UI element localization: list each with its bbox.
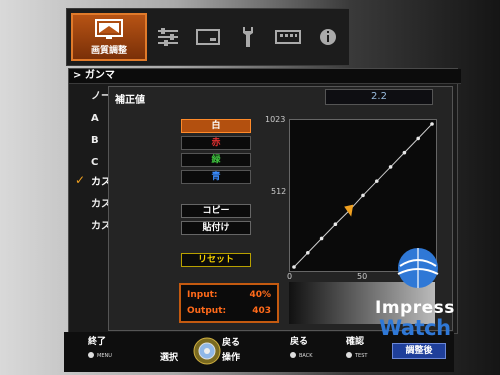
info-icon bbox=[320, 29, 336, 45]
gamma-point[interactable] bbox=[402, 150, 407, 155]
gamma-point[interactable] bbox=[306, 250, 310, 255]
paste-button[interactable]: 貼付け bbox=[181, 221, 251, 235]
input-value: 40% bbox=[249, 290, 271, 300]
preset-item-c[interactable]: C bbox=[91, 155, 98, 171]
gamma-point[interactable] bbox=[319, 236, 324, 241]
panel-title: > ガンマ bbox=[69, 69, 461, 84]
menu-button-icon bbox=[88, 352, 94, 358]
gamma-point[interactable] bbox=[430, 122, 434, 126]
graph-x-tick-min: 0 bbox=[287, 272, 293, 281]
top-menu-bar: 画質調整 bbox=[66, 8, 350, 66]
tab-sliders[interactable] bbox=[153, 13, 183, 61]
select-label: 選択 bbox=[160, 353, 179, 363]
dpad-icon bbox=[193, 337, 221, 365]
sliders-icon bbox=[158, 28, 178, 46]
tab-picture-adjust-label: 画質調整 bbox=[90, 46, 127, 56]
preset-item-a[interactable]: A bbox=[91, 111, 99, 127]
color-button-blue[interactable]: 青 bbox=[181, 170, 251, 184]
color-button-red[interactable]: 赤 bbox=[181, 136, 251, 150]
output-row: Output: 403 bbox=[187, 304, 273, 318]
wrench-icon bbox=[243, 27, 253, 47]
input-output-readout: Input: 40% Output: 403 bbox=[179, 283, 279, 323]
watermark-watch: Watch bbox=[379, 316, 451, 340]
gamma-point[interactable] bbox=[361, 193, 365, 198]
color-button-white[interactable]: 白 bbox=[181, 119, 251, 133]
graph-y-tick-max: 1023 bbox=[265, 115, 286, 124]
screen-icon bbox=[196, 29, 220, 45]
input-row: Input: 40% bbox=[187, 288, 273, 302]
back-button-icon bbox=[290, 352, 296, 358]
correction-label: 補正値 bbox=[115, 95, 145, 106]
confirm-label: 確認 bbox=[346, 337, 365, 347]
tab-screen[interactable] bbox=[193, 13, 223, 61]
graph-y-tick-mid: 512 bbox=[271, 187, 287, 196]
tab-input[interactable] bbox=[273, 13, 303, 61]
graph-x-tick-mid: 50 bbox=[357, 272, 368, 281]
preset-item-b[interactable]: B bbox=[91, 133, 99, 149]
color-button-green[interactable]: 緑 bbox=[181, 153, 251, 167]
picture-adjust-icon bbox=[95, 19, 123, 39]
output-label: Output: bbox=[187, 306, 227, 316]
check-icon: ✓ bbox=[75, 173, 86, 187]
gamma-point[interactable] bbox=[388, 165, 393, 169]
output-value: 403 bbox=[252, 306, 271, 316]
gamma-value-box: 2.2 bbox=[325, 89, 433, 105]
tab-info[interactable] bbox=[315, 13, 341, 61]
tab-picture-adjust[interactable]: 画質調整 bbox=[71, 13, 147, 61]
menu-small-label: MENU bbox=[97, 353, 112, 359]
gamma-point[interactable] bbox=[416, 136, 420, 141]
gamma-point[interactable] bbox=[375, 179, 379, 183]
reset-button[interactable]: リセット bbox=[181, 253, 251, 267]
gamma-point[interactable] bbox=[333, 222, 338, 227]
tab-setup[interactable] bbox=[237, 13, 259, 61]
back-label: 戻る bbox=[222, 338, 241, 348]
test-button-icon bbox=[346, 352, 352, 358]
input-label: Input: bbox=[187, 290, 218, 300]
test-small-label: TEST bbox=[355, 353, 368, 359]
back-small-label: BACK bbox=[299, 353, 313, 359]
back2-label: 戻る bbox=[290, 337, 309, 347]
input-terminal-icon bbox=[275, 30, 301, 44]
watermark-impress: Impress bbox=[375, 298, 455, 318]
end-label: 終了 bbox=[88, 337, 107, 347]
copy-button[interactable]: コピー bbox=[181, 204, 251, 218]
gamma-point[interactable] bbox=[292, 265, 296, 269]
operate-label: 操作 bbox=[222, 353, 241, 363]
